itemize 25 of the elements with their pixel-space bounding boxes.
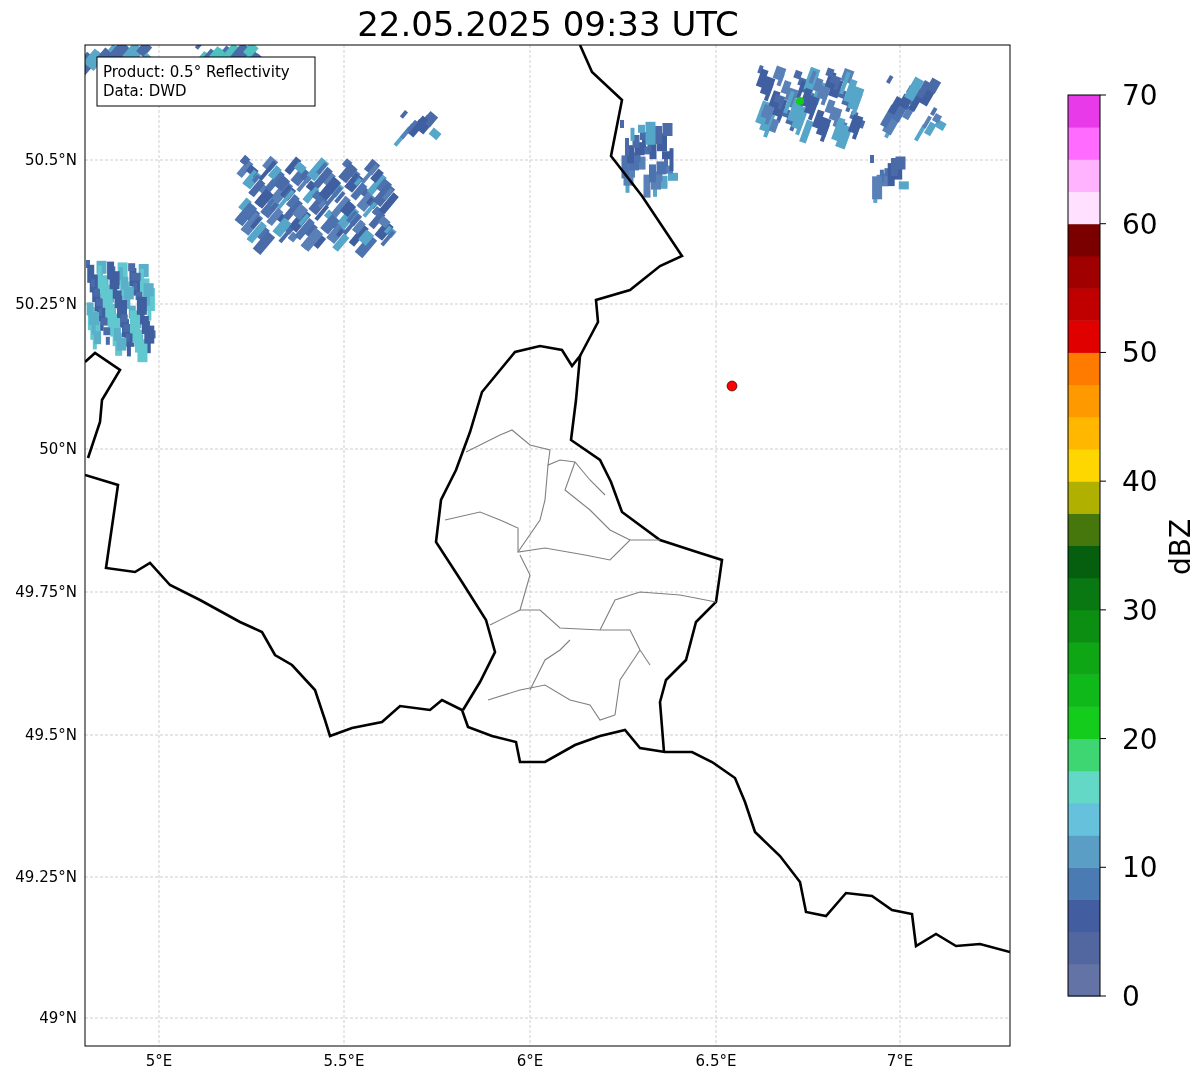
colorbar-label: 40 bbox=[1122, 465, 1158, 499]
axis-label: 50°N bbox=[39, 440, 77, 458]
colorbar-label: 0 bbox=[1122, 980, 1140, 1013]
legend-text: Product: 0.5° Reflectivity bbox=[103, 63, 290, 81]
colorbar-label: 20 bbox=[1122, 722, 1158, 756]
colorbar-title: dBZ bbox=[1164, 518, 1197, 576]
colorbar-label: 10 bbox=[1122, 851, 1158, 885]
axis-label: 49°N bbox=[39, 1009, 77, 1027]
axis-label: 6.5°E bbox=[695, 1052, 737, 1070]
axis-label: 6°E bbox=[516, 1052, 544, 1070]
colorbar-label: 70 bbox=[1122, 79, 1158, 112]
axis-label: 50.5°N bbox=[24, 151, 77, 169]
figure-title: 22.05.2025 09:33 UTC bbox=[357, 4, 739, 44]
colorbar-label: 50 bbox=[1122, 336, 1158, 370]
axis-label: 49.75°N bbox=[15, 583, 77, 601]
axis-label: 5.5°E bbox=[323, 1052, 365, 1070]
site-marker bbox=[726, 380, 738, 392]
axis-label: 49.5°N bbox=[24, 726, 77, 744]
legend-text: Data: DWD bbox=[103, 82, 187, 100]
axis-label: 50.25°N bbox=[15, 295, 77, 313]
colorbar-label: 30 bbox=[1122, 593, 1158, 627]
axis-label: 7°E bbox=[886, 1052, 914, 1070]
axis-label: 5°E bbox=[145, 1052, 173, 1070]
colorbar-label: 60 bbox=[1122, 207, 1158, 241]
axis-label: 49.25°N bbox=[15, 868, 77, 886]
